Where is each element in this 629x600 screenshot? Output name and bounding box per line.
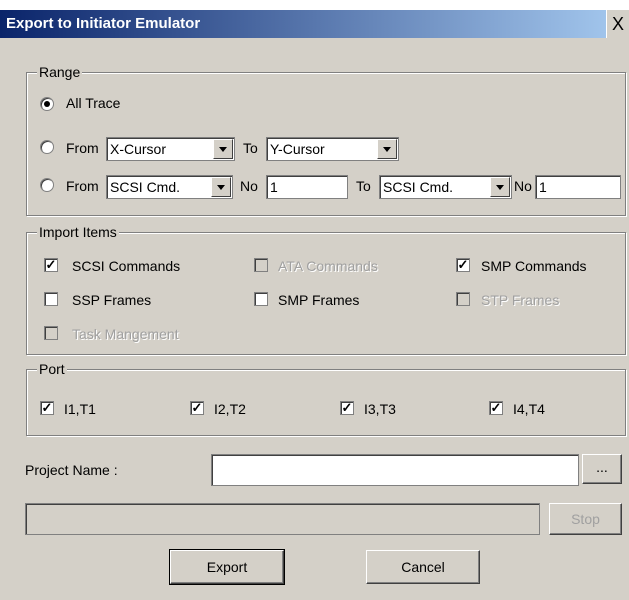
stp-frames-checkbox (456, 292, 470, 306)
from-cmd-radio[interactable] (40, 178, 54, 192)
to-cmd-label: To (356, 178, 371, 194)
ata-commands-checkbox (254, 258, 268, 272)
port-i3t3-label[interactable]: I3,T3 (364, 401, 396, 417)
export-label: Export (206, 559, 248, 575)
from-cmd-label[interactable]: From (66, 178, 99, 194)
project-name-input[interactable] (211, 454, 579, 486)
ata-commands-label: ATA Commands (278, 258, 378, 274)
to-no-value: 1 (539, 179, 547, 195)
from-cmd-value: SCSI Cmd. (110, 179, 181, 195)
from-cmd-select[interactable]: SCSI Cmd. (106, 175, 233, 199)
from-no-label: No (240, 178, 258, 194)
window-title: Export to Initiator Emulator (6, 15, 201, 32)
stp-frames-label: STP Frames (481, 292, 560, 308)
top-strip (0, 0, 629, 10)
to-no-input[interactable]: 1 (535, 175, 621, 199)
smp-frames-checkbox[interactable] (254, 292, 268, 306)
title-bar: Export to Initiator Emulator X (0, 10, 629, 38)
from-cursor-radio[interactable] (40, 140, 54, 154)
port-i4t4-label[interactable]: I4,T4 (513, 401, 545, 417)
to-no-label: No (514, 178, 532, 194)
browse-button[interactable]: ... (582, 454, 622, 484)
task-management-label: Task Mangement (72, 326, 179, 342)
scsi-commands-label[interactable]: SCSI Commands (72, 258, 180, 274)
cancel-label: Cancel (401, 559, 445, 575)
smp-frames-label[interactable]: SMP Frames (278, 292, 359, 308)
close-button[interactable]: X (606, 10, 629, 38)
chevron-down-icon[interactable] (377, 139, 397, 159)
task-management-checkbox (44, 326, 58, 340)
port-i1t1-label[interactable]: I1,T1 (64, 401, 96, 417)
scsi-commands-checkbox[interactable]: ✓ (44, 258, 58, 272)
export-button[interactable]: Export (169, 549, 285, 585)
port-i2t2-checkbox[interactable]: ✓ (190, 401, 204, 415)
project-name-label: Project Name : (25, 462, 118, 478)
from-cursor-label[interactable]: From (66, 140, 99, 156)
cancel-button[interactable]: Cancel (366, 550, 480, 584)
import-items-legend: Import Items (37, 224, 119, 240)
from-no-input[interactable]: 1 (266, 175, 348, 199)
from-cursor-select[interactable]: X-Cursor (106, 137, 235, 161)
all-trace-radio[interactable] (40, 97, 54, 111)
all-trace-label[interactable]: All Trace (66, 95, 120, 111)
smp-commands-checkbox[interactable]: ✓ (456, 258, 470, 272)
ssp-frames-label[interactable]: SSP Frames (72, 292, 151, 308)
to-cursor-value: Y-Cursor (270, 141, 325, 157)
from-cursor-value: X-Cursor (110, 141, 167, 157)
port-i2t2-label[interactable]: I2,T2 (214, 401, 246, 417)
smp-commands-label[interactable]: SMP Commands (481, 258, 587, 274)
chevron-down-icon[interactable] (490, 177, 510, 197)
port-i3t3-checkbox[interactable]: ✓ (340, 401, 354, 415)
port-i4t4-checkbox[interactable]: ✓ (489, 401, 503, 415)
to-cursor-select[interactable]: Y-Cursor (266, 137, 399, 161)
browse-label: ... (596, 459, 608, 475)
stop-button: Stop (549, 503, 622, 535)
range-legend: Range (37, 64, 83, 80)
chevron-down-icon[interactable] (213, 139, 233, 159)
port-legend: Port (37, 361, 67, 377)
ssp-frames-checkbox[interactable] (44, 292, 58, 306)
progress-bar (25, 503, 540, 535)
to-cmd-value: SCSI Cmd. (383, 179, 454, 195)
to-cmd-select[interactable]: SCSI Cmd. (379, 175, 512, 199)
port-i1t1-checkbox[interactable]: ✓ (40, 401, 54, 415)
to-cursor-label: To (243, 140, 258, 156)
chevron-down-icon[interactable] (211, 177, 231, 197)
from-no-value: 1 (270, 179, 278, 195)
stop-label: Stop (571, 511, 600, 527)
